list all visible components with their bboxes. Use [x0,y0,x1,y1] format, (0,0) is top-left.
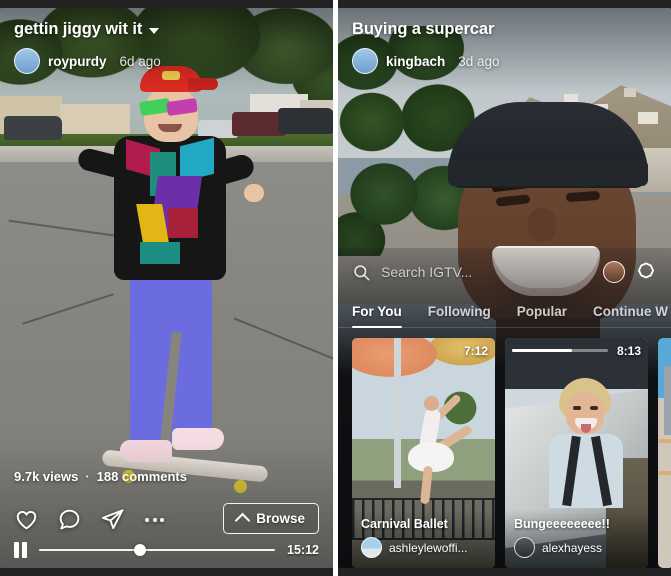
thumbnail-author-row[interactable]: ashleylewoffi... [361,537,486,558]
jumper-eye [590,406,598,410]
video-thumbnail-carousel[interactable]: 7:12 Carnival Ballet ashleylewoffi... 8:… [352,338,671,568]
more-dots-icon[interactable] [145,507,164,532]
search-input[interactable]: Search IGTV... [381,264,593,280]
video-title-row[interactable]: Buying a supercar [352,20,657,39]
igtv-discover-viewport: Buying a supercar kingbach 3d ago Search… [338,8,671,568]
tab-divider [338,327,671,328]
post-timestamp: 3d ago [458,53,500,69]
paper-plane-icon[interactable] [100,507,125,532]
jacket-color-block [140,242,180,264]
tab-for-you[interactable]: For You [352,304,402,328]
thumbnail-duration: 7:12 [463,344,488,358]
dancer-head [424,396,439,411]
video-action-row [14,507,164,532]
background-beam [658,471,671,476]
video-byline[interactable]: kingbach 3d ago [352,48,657,74]
parked-car [4,116,62,140]
ballet-dancer [400,393,474,505]
video-bottom-overlay: 9.7k views · 188 comments Browse 15:12 [0,438,333,568]
avatar[interactable] [14,48,40,74]
beanie-fold [448,160,648,186]
list-item[interactable]: 7:12 Carnival Ballet ashleylewoffi... [352,338,495,568]
thumbnail-footer: Carnival Ballet ashleylewoffi... [352,509,495,568]
browse-button-label: Browse [256,511,305,526]
thumbnail-username[interactable]: alexhayess [542,541,602,555]
page-title: Buying a supercar [352,20,495,38]
search-row: Search IGTV... [338,254,671,290]
video-byline[interactable]: roypurdy 6d ago [14,48,319,74]
list-item[interactable]: 8:13 Bungeeeeeeee!! alexhayess [505,338,648,568]
discover-tab-bar: For You Following Popular Continue W [338,294,671,328]
thumbnail-title: Bungeeeeeeee!! [514,517,610,531]
thumbnail-title: Carnival Ballet [361,517,448,531]
video-scrubber-row: 15:12 [14,542,319,558]
video-duration: 15:12 [287,543,319,557]
jacket-color-block [168,208,198,238]
video-header-overlay: gettin jiggy wit it roypurdy 6d ago [0,8,333,94]
list-item[interactable] [658,338,671,568]
chevron-up-icon [234,512,251,528]
igtv-player-panel: gettin jiggy wit it roypurdy 6d ago 9.7k… [0,0,333,576]
igtv-discover-panel: Buying a supercar kingbach 3d ago Search… [338,0,671,576]
jumper-shirt [549,434,623,508]
thumbnail-duration: 8:13 [616,344,641,358]
thumbnail-progress-bar [512,349,608,352]
search-icon[interactable] [352,263,371,282]
thumbnail-footer: Bungeeeeeeee!! alexhayess [505,509,648,568]
thumbnail-username[interactable]: ashleylewoffi... [389,541,468,555]
chevron-down-icon[interactable] [149,28,160,34]
jumper-eye [573,406,581,410]
parked-car [278,108,333,134]
video-header-overlay: Buying a supercar kingbach 3d ago [338,8,671,94]
tab-popular[interactable]: Popular [517,304,567,328]
video-progress-knob[interactable] [134,544,147,556]
avatar[interactable] [361,537,382,558]
skater-hand [244,184,264,202]
heart-icon[interactable] [14,507,39,532]
post-timestamp: 6d ago [119,53,161,69]
background-beam [658,439,671,444]
discover-sheet: Search IGTV... For You Following Popular… [338,248,671,568]
screenshot-stage: gettin jiggy wit it roypurdy 6d ago 9.7k… [0,0,671,576]
view-count: 9.7k views [14,469,79,484]
video-stats: 9.7k views · 188 comments [14,469,187,484]
comment-bubble-icon[interactable] [57,507,82,532]
igtv-settings-icon[interactable] [635,261,657,283]
author-username[interactable]: roypurdy [48,54,107,69]
tab-following[interactable]: Following [428,304,491,328]
man-nose [528,208,556,242]
thumbnail-image-partial [658,338,671,568]
pause-icon[interactable] [14,542,27,558]
tab-continue-watching[interactable]: Continue W [593,304,668,328]
thumbnail-author-row[interactable]: alexhayess [514,537,639,558]
avatar[interactable] [514,537,535,558]
background-tower [664,365,671,435]
comment-count[interactable]: 188 comments [97,469,187,484]
page-title: gettin jiggy wit it [14,20,143,38]
browse-button[interactable]: Browse [223,503,319,534]
bungee-jumper [541,378,631,508]
author-username[interactable]: kingbach [386,54,445,69]
igtv-player-viewport: gettin jiggy wit it roypurdy 6d ago 9.7k… [0,8,333,568]
stat-separator: · [85,469,90,484]
profile-avatar-icon[interactable] [603,261,625,283]
avatar[interactable] [352,48,378,74]
video-progress-slider[interactable] [38,544,276,556]
video-title-row[interactable]: gettin jiggy wit it [14,20,319,39]
